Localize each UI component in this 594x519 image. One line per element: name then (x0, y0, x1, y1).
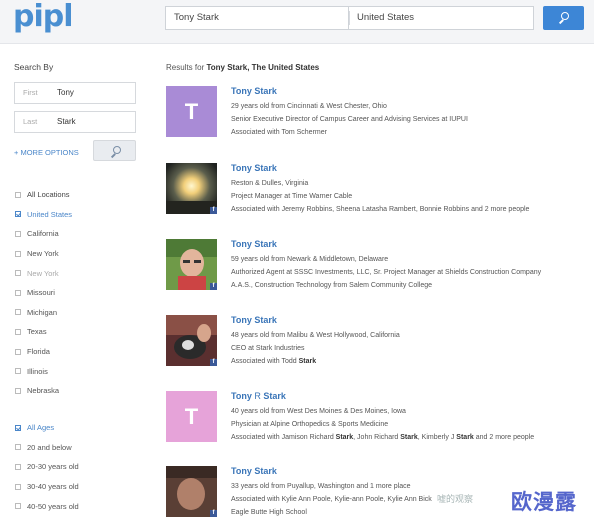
result-line: Associated with Tom Schermer (231, 129, 327, 136)
checkbox[interactable] (15, 483, 21, 490)
result-line: Senior Executive Director of Campus Care… (231, 116, 468, 123)
first-name-field[interactable]: First Tony (14, 82, 136, 104)
result-line: Associated with Kylie Ann Poole, Kylie-a… (231, 496, 432, 503)
result-line: Associated with Todd Stark (231, 358, 317, 365)
search-by-title: Search By (14, 62, 54, 72)
avatar[interactable]: f (166, 163, 217, 214)
result-line: 29 years old from Cincinnati & West Ches… (231, 103, 387, 110)
checkbox[interactable] (15, 444, 21, 451)
watermark: 嘘的观察 欧漫露 (427, 486, 594, 519)
facebook-icon: f (210, 207, 217, 214)
result-line: Reston & Dulles, Virginia (231, 180, 309, 187)
checkbox[interactable] (15, 387, 21, 394)
avatar[interactable]: f (166, 315, 217, 366)
checkbox[interactable] (15, 503, 21, 510)
last-name-value: Stark (57, 117, 76, 126)
result-line: 48 years old from Malibu & West Hollywoo… (231, 332, 400, 339)
checkbox-checked[interactable] (15, 211, 21, 218)
result-item: T Tony R Stark 40 years old from West De… (166, 391, 586, 451)
first-name-label: First (23, 88, 38, 97)
result-name-link[interactable]: Tony Stark (231, 239, 277, 249)
filter-age-20-30[interactable]: 20-30 years old (15, 457, 79, 477)
result-name-link[interactable]: Tony Stark (231, 315, 277, 325)
filter-new-york-2[interactable]: New York (15, 263, 72, 283)
result-name-link[interactable]: Tony R Stark (231, 391, 286, 401)
facebook-icon: f (210, 510, 217, 517)
filter-new-york[interactable]: New York (15, 244, 72, 264)
last-name-field[interactable]: Last Stark (14, 111, 136, 133)
checkbox[interactable] (15, 270, 21, 277)
filter-florida[interactable]: Florida (15, 342, 72, 362)
first-name-value: Tony (57, 88, 74, 97)
result-line: A.A.S., Construction Technology from Sal… (231, 282, 433, 289)
filter-age-40-50[interactable]: 40-50 years old (15, 496, 79, 516)
result-item: T Tony Stark 29 years old from Cincinnat… (166, 86, 586, 146)
filter-age-30-40[interactable]: 30-40 years old (15, 477, 79, 497)
checkbox[interactable] (15, 368, 21, 375)
checkbox[interactable] (15, 309, 21, 316)
facebook-icon: f (210, 359, 217, 366)
filter-missouri[interactable]: Missouri (15, 283, 72, 303)
sidebar-search-button[interactable] (93, 140, 136, 161)
search-icon (110, 146, 121, 158)
filter-nebraska[interactable]: Nebraska (15, 381, 72, 401)
more-options-link[interactable]: + MORE OPTIONS (14, 148, 79, 157)
avatar[interactable]: f (166, 239, 217, 290)
filter-united-states[interactable]: United States (15, 205, 72, 225)
avatar[interactable]: f (166, 466, 217, 517)
result-item: f Tony Stark Reston & Dulles, Virginia P… (166, 163, 586, 223)
location-search-input[interactable]: United States (348, 6, 534, 30)
filter-all-ages[interactable]: All Ages (15, 418, 79, 438)
last-name-label: Last (23, 117, 38, 126)
checkbox[interactable] (15, 191, 21, 198)
filter-michigan[interactable]: Michigan (15, 303, 72, 323)
checkbox-checked[interactable] (15, 424, 21, 431)
result-item: f Tony Stark 59 years old from Newark & … (166, 239, 586, 299)
checkbox[interactable] (15, 328, 21, 335)
filter-all-locations[interactable]: All Locations (15, 185, 72, 205)
result-line: 40 years old from West Des Moines & Des … (231, 408, 406, 415)
result-name-link[interactable]: Tony Stark (231, 163, 277, 173)
filter-california[interactable]: California (15, 224, 72, 244)
watermark-big-text: 欧漫露 (511, 491, 577, 514)
result-line: Associated with Jamison Richard Stark, J… (231, 434, 535, 441)
filter-illinois[interactable]: Illinois (15, 361, 72, 381)
location-filter-list: All Locations United States California N… (15, 185, 72, 401)
search-button[interactable] (543, 6, 584, 30)
watermark-small-text: 嘘的观察 (437, 494, 474, 504)
result-line: 33 years old from Puyallup, Washington a… (231, 483, 411, 490)
avatar[interactable]: T (166, 391, 217, 442)
result-line: Associated with Jeremy Robbins, Sheena L… (231, 206, 530, 213)
checkbox[interactable] (15, 463, 21, 470)
checkbox[interactable] (15, 250, 21, 257)
result-item: f Tony Stark 48 years old from Malibu & … (166, 315, 586, 375)
avatar[interactable]: T (166, 86, 217, 137)
results-heading: Results for Tony Stark, The United State… (166, 63, 320, 72)
top-bar: pipl Tony Stark United States (0, 0, 594, 44)
result-line: 59 years old from Newark & Middletown, D… (231, 256, 389, 263)
checkbox[interactable] (15, 289, 21, 296)
result-name-link[interactable]: Tony Stark (231, 86, 277, 96)
result-name-link[interactable]: Tony Stark (231, 466, 277, 476)
age-filter-list: All Ages 20 and below 20-30 years old 30… (15, 418, 79, 516)
filter-texas[interactable]: Texas (15, 322, 72, 342)
result-line: Physician at Alpine Orthopedics & Sports… (231, 421, 389, 428)
checkbox[interactable] (15, 348, 21, 355)
pipl-logo[interactable]: pipl (13, 2, 74, 32)
result-line: Eagle Butte High School (231, 509, 307, 516)
facebook-icon: f (210, 283, 217, 290)
result-line: CEO at Stark Industries (231, 345, 305, 352)
filter-age-20-below[interactable]: 20 and below (15, 438, 79, 458)
result-line: Project Manager at Time Warner Cable (231, 193, 353, 200)
result-line: Authorized Agent at SSSC Investments, LL… (231, 269, 542, 276)
name-search-input[interactable]: Tony Stark (165, 6, 348, 30)
search-icon (558, 12, 569, 24)
checkbox[interactable] (15, 230, 21, 237)
